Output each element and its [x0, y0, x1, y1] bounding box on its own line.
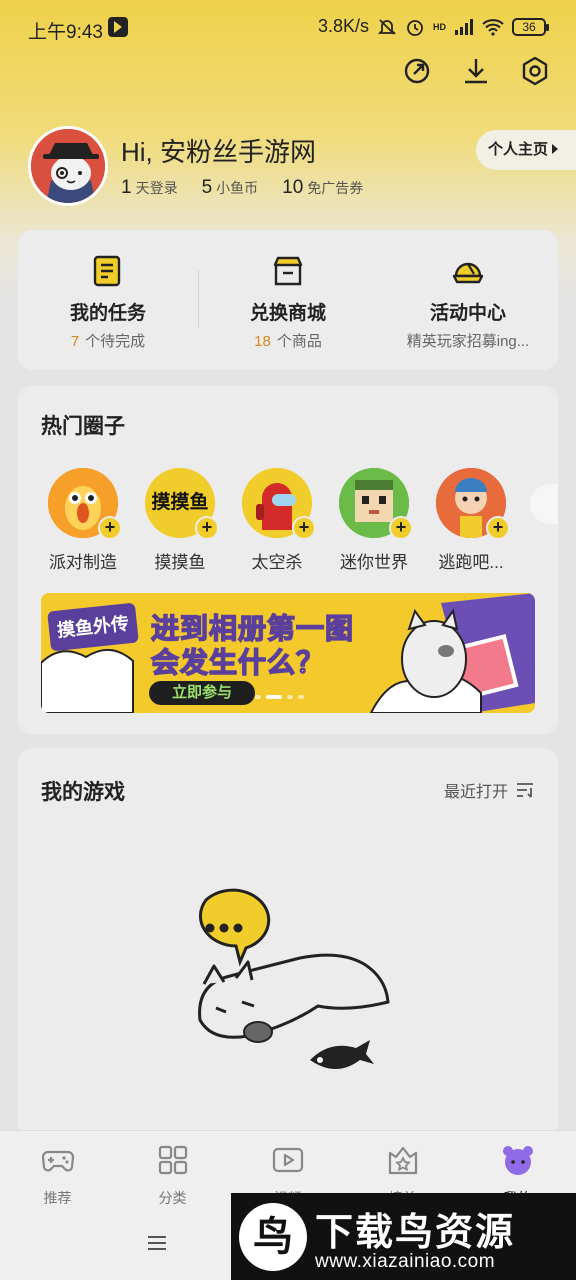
task-list-icon — [93, 255, 121, 287]
profile-homepage-button[interactable]: 个人主页 — [476, 130, 576, 170]
store-icon — [273, 256, 303, 286]
wifi-icon — [482, 18, 504, 36]
nav-recommend[interactable]: 推荐 — [0, 1143, 115, 1208]
quick-actions-card: 我的任务 7 个待完成 兑换商城 18 个商品 活动中心 精英玩家招募ing... — [18, 230, 558, 370]
quick-exchange-store[interactable]: 兑换商城 18 个商品 — [198, 230, 378, 370]
net-speed: 3.8K/s — [317, 16, 369, 36]
watermark-url: www.xiazainiao.com — [315, 1251, 496, 1272]
my-games-title: 我的游戏 — [41, 781, 125, 804]
watermark: 鸟 下载鸟资源 www.xiazainiao.com — [231, 1193, 576, 1280]
follow-plus-icon[interactable]: + — [98, 516, 122, 540]
promo-banner[interactable]: 摸鱼外传 进到相册第一图 会发生什么？ 立即参与 — [41, 593, 535, 713]
hot-circles-card: 热门圈子 + 派对制造 摸摸鱼 + 摸摸鱼 + 太空杀 + 迷你世界 + 逃跑吧.… — [18, 386, 558, 734]
status-time: 上午9:43 — [28, 22, 103, 43]
ranking-icon — [388, 1146, 417, 1175]
circle-item-mini-world[interactable]: + 迷你世界 — [334, 468, 414, 573]
carousel-indicator — [255, 695, 304, 699]
watermark-title: 下载鸟资源 — [315, 1212, 516, 1254]
gamepad-icon — [41, 1150, 74, 1172]
download-icon[interactable] — [461, 56, 491, 86]
circle-item-space-kill[interactable]: + 太空杀 — [237, 468, 317, 573]
hat-icon — [452, 262, 484, 284]
avatar[interactable] — [28, 126, 108, 206]
status-indicators: 3.8K/s HD 36 — [317, 16, 549, 37]
follow-plus-icon[interactable]: + — [389, 516, 413, 540]
mute-bell-icon — [377, 18, 397, 35]
hot-circles-title: 热门圈子 — [41, 415, 125, 438]
status-bar: 上午9:43 3.8K/s HD 36 — [0, 0, 576, 56]
app-notification-icon — [108, 17, 128, 37]
share-icon[interactable] — [402, 56, 432, 86]
empty-state-cat-illustration — [198, 888, 390, 1069]
sort-recent-button[interactable]: 最近打开 — [444, 778, 534, 802]
banner-headline-2: 会发生什么？ — [150, 646, 326, 679]
menu-icon[interactable] — [148, 1236, 166, 1250]
quick-activity-center[interactable]: 活动中心 精英玩家招募ing... — [378, 230, 558, 370]
battery-icon: 36 — [512, 17, 549, 36]
stat-fish-coins[interactable]: 5 小鱼币 — [202, 177, 259, 199]
follow-plus-icon[interactable]: + — [486, 516, 510, 540]
alarm-icon — [407, 19, 423, 36]
chevron-right-icon — [552, 144, 559, 154]
stat-ad-free-tickets[interactable]: 10 免广告券 — [282, 177, 363, 199]
video-icon — [272, 1147, 303, 1173]
hd-label: HD — [433, 21, 446, 32]
circle-item-escape[interactable]: + 逃跑吧... — [431, 468, 511, 573]
grid-icon — [158, 1145, 187, 1175]
more-circles-peek — [530, 484, 558, 524]
profile-bear-icon — [502, 1146, 533, 1175]
greeting-text: Hi, 安粉丝手游网 — [121, 137, 317, 167]
circle-item-momoyu[interactable]: 摸摸鱼 + 摸摸鱼 — [140, 468, 220, 573]
my-games-card: 我的游戏 最近打开 — [18, 748, 558, 1148]
stat-login-days[interactable]: 1 天登录 — [121, 177, 178, 199]
circle-item-party-maker[interactable]: + 派对制造 — [43, 468, 123, 573]
follow-plus-icon[interactable]: + — [195, 516, 219, 540]
watermark-bird-logo: 鸟 — [239, 1203, 307, 1271]
signal-icon — [455, 18, 473, 35]
sort-icon — [517, 783, 533, 798]
follow-plus-icon[interactable]: + — [292, 516, 316, 540]
nav-category[interactable]: 分类 — [115, 1143, 230, 1208]
banner-join-button[interactable]: 立即参与 — [149, 681, 255, 705]
profile-stats: 1 天登录 5 小鱼币 10 免广告券 — [121, 177, 363, 199]
settings-icon[interactable] — [520, 56, 550, 86]
quick-my-tasks[interactable]: 我的任务 7 个待完成 — [18, 230, 198, 370]
